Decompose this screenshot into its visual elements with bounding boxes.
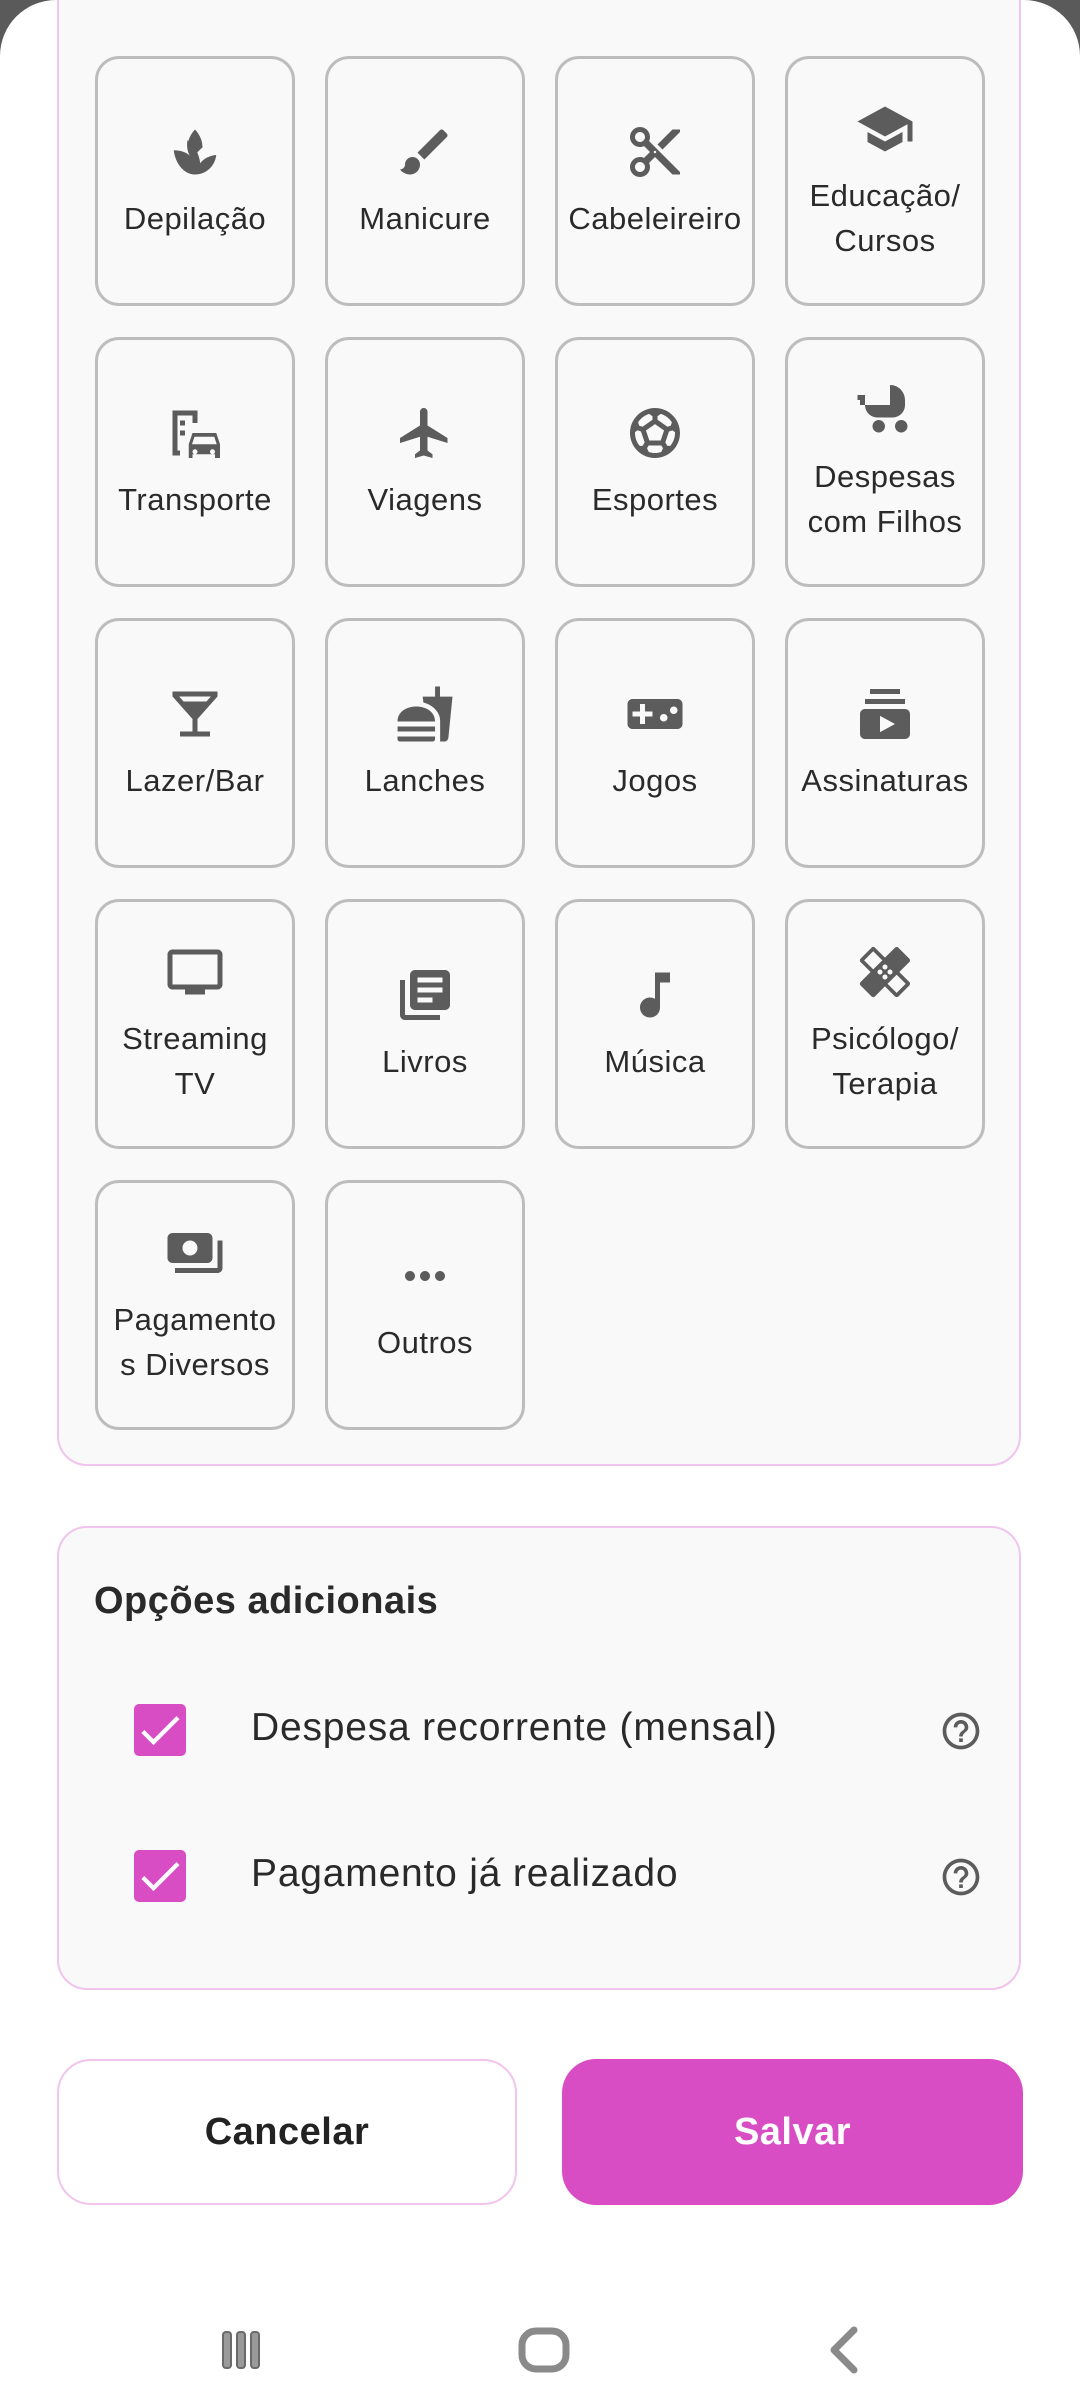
category-label: Cabeleireiro	[568, 200, 742, 236]
category-label: Psicólogo/ Terapia	[810, 1021, 960, 1101]
category-label: Educação/ Cursos	[809, 178, 961, 258]
gamepad-icon	[625, 684, 685, 744]
scissors-icon	[625, 122, 685, 182]
category-label: Outros	[376, 1324, 474, 1360]
category-label: Livros	[382, 1043, 468, 1079]
recurring-checkbox[interactable]	[134, 1704, 186, 1756]
save-button[interactable]: Salvar	[562, 2059, 1023, 2205]
help-icon[interactable]	[939, 1855, 983, 1899]
check-icon	[141, 1862, 180, 1892]
subscriptions-icon	[855, 684, 915, 744]
category-tile[interactable]: Despesas com Filhos	[785, 337, 985, 587]
category-label: Lanches	[364, 762, 486, 798]
category-tile[interactable]: Jogos	[555, 618, 755, 868]
category-label: Jogos	[612, 762, 698, 798]
option-label: Despesa recorrente (mensal)	[251, 1706, 778, 1749]
music-note-icon	[625, 965, 685, 1025]
brush-icon	[395, 122, 455, 182]
category-label: Streaming TV	[122, 1021, 268, 1101]
category-label: Manicure	[359, 200, 491, 236]
category-tile[interactable]: Outros	[325, 1180, 525, 1430]
category-tile[interactable]: Livros	[325, 899, 525, 1149]
category-label: Assinaturas	[801, 762, 969, 798]
airplane-icon	[395, 403, 455, 463]
option-label: Pagamento já realizado	[251, 1852, 679, 1895]
category-tile[interactable]: Lazer/Bar	[95, 618, 295, 868]
category-tile[interactable]: Transporte	[95, 337, 295, 587]
recent-apps-icon[interactable]	[201, 2310, 281, 2390]
paid-checkbox[interactable]	[134, 1850, 186, 1902]
home-icon[interactable]	[504, 2310, 584, 2390]
fastfood-icon	[395, 684, 455, 744]
category-tile[interactable]: Depilação	[95, 56, 295, 306]
cocktail-icon	[165, 684, 225, 744]
category-tile[interactable]: Educação/ Cursos	[785, 56, 985, 306]
stroller-icon	[855, 380, 915, 440]
library-books-icon	[395, 965, 455, 1025]
category-label: Pagamento s Diversos	[113, 1302, 277, 1382]
help-icon[interactable]	[939, 1709, 983, 1753]
cancel-button[interactable]: Cancelar	[57, 2059, 517, 2205]
category-label: Despesas com Filhos	[807, 459, 963, 539]
check-icon	[141, 1716, 180, 1746]
category-tile[interactable]: Manicure	[325, 56, 525, 306]
category-tile[interactable]: Lanches	[325, 618, 525, 868]
category-label: Esportes	[591, 481, 719, 517]
healing-icon	[855, 942, 915, 1002]
category-label: Música	[604, 1043, 706, 1079]
more-horiz-icon	[395, 1246, 455, 1306]
category-tile[interactable]: Pagamento s Diversos	[95, 1180, 295, 1430]
option-recurring-row[interactable]: Despesa recorrente (mensal)	[59, 1691, 1023, 1771]
transport-icon	[165, 403, 225, 463]
option-paid-row[interactable]: Pagamento já realizado	[59, 1837, 1023, 1917]
category-tile[interactable]: Assinaturas	[785, 618, 985, 868]
system-nav-bar	[0, 2290, 1080, 2408]
category-tile[interactable]: Viagens	[325, 337, 525, 587]
category-label: Lazer/Bar	[125, 762, 265, 798]
bottom-sheet: Depilação Manicure Cabeleireiro Educação/ C…	[0, 0, 1080, 2408]
category-label: Transporte	[118, 481, 272, 517]
category-tile[interactable]: Música	[555, 899, 755, 1149]
soccer-ball-icon	[625, 403, 685, 463]
category-tile[interactable]: Streaming TV	[95, 899, 295, 1149]
category-panel: Depilação Manicure Cabeleireiro Educação/ C…	[57, 0, 1021, 1466]
category-tile[interactable]: Esportes	[555, 337, 755, 587]
category-tile[interactable]: Cabeleireiro	[555, 56, 755, 306]
category-label: Depilação	[123, 200, 267, 236]
category-tile[interactable]: Psicólogo/ Terapia	[785, 899, 985, 1149]
category-label: Viagens	[367, 481, 483, 517]
school-icon	[855, 99, 915, 159]
options-title: Opções adicionais	[94, 1580, 439, 1622]
tv-icon	[165, 942, 225, 1002]
spa-icon	[165, 122, 225, 182]
payments-icon	[165, 1223, 225, 1283]
additional-options-panel: Opções adicionais Despesa recorrente (me…	[57, 1526, 1021, 1990]
back-icon[interactable]	[806, 2310, 886, 2390]
